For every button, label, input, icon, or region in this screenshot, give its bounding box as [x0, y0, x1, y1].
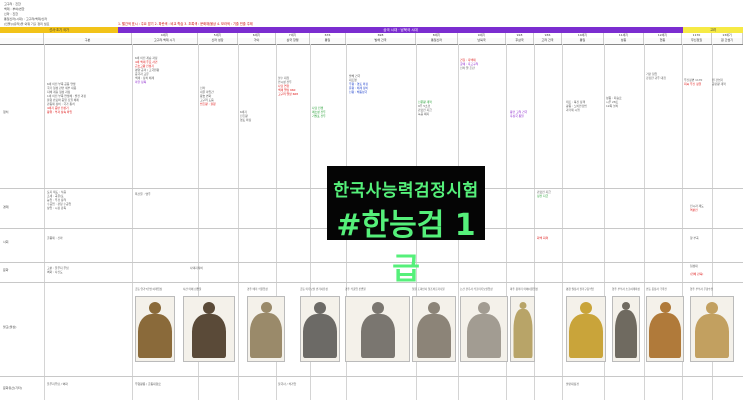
buddha-statue-photo — [690, 296, 734, 362]
header-cell: 발해 건국 — [346, 38, 416, 44]
politics-cell-11: 태조 : 북진 정책 광종 : 노비안검법 과거제 시행 — [566, 100, 587, 112]
row-label-economy: 경제 — [3, 205, 9, 209]
economy-cell-1: 토지 제도 : 식읍 조세 : 곡물/포 농업 : 우경 장려 수공업 : 관청 수… — [47, 190, 72, 210]
economy-cell-3: 관료전 지급 정전 지급 — [537, 190, 551, 198]
header-cell: 삼국 항쟁 — [276, 38, 310, 44]
society-cell-1: 골품제 : 신라 — [47, 236, 63, 240]
buddha-statue-photo — [646, 296, 684, 362]
politics-cell-7: 발해 건국 대조영 무왕 : 영토 확장 문왕 : 체제 정비 선왕 : 해동성국 — [349, 74, 369, 94]
buddha-statue-photo — [300, 296, 340, 362]
row-label-buddhism: 불교(불상) — [3, 325, 17, 329]
buddha-statue-photo — [247, 296, 285, 362]
badge-title: 한국사능력검정시험 — [333, 181, 479, 201]
statue-caption: 영주 부석사 소조여래좌상 — [612, 288, 640, 291]
politics-cell-13: 거란 침입 강감찬 귀주 대첩 — [646, 72, 666, 80]
economy-cell-4: 전시과 제도 역분전 — [690, 204, 704, 212]
statue-caption: 영주 부석사 무량수전 — [690, 288, 714, 291]
row-divider — [0, 376, 743, 377]
header-cell: 남북국 — [458, 38, 506, 44]
politics-cell-4: 6세기 진흥왕 영토 확장 — [240, 110, 252, 122]
statue-silhouette — [250, 302, 282, 358]
politics-cell-3: 신라 내물 마립간 왕호 변화 고구려 도움 법흥왕 : 율령 — [200, 86, 216, 106]
statue-caption: 금동 연가7년명 여래입상 — [135, 288, 163, 291]
header-cell: 통일신라 — [416, 38, 458, 44]
header-cell: 현종 — [644, 38, 682, 44]
header-cell: 고구려·백제 시기 — [132, 38, 198, 44]
badge-hashtag: #한능검 1급 — [336, 208, 476, 287]
statue-caption: 경주 석굴암 본존불 — [345, 288, 366, 291]
row-label-politics: 정치 — [3, 110, 9, 114]
buddha-statue-photo — [412, 296, 456, 362]
statue-caption: 파주 용미리 마애이불입상 — [510, 288, 538, 291]
header-cell: 후삼국 — [506, 38, 534, 44]
column-divider — [644, 44, 645, 400]
statue-silhouette — [649, 302, 681, 358]
header-row: 구분 고구려·백제 시기 신라 성장 가야 삼국 항쟁 통일 발해 건국 통일신라 남북국 후삼국… — [0, 38, 743, 45]
statue-silhouette — [695, 302, 729, 358]
arts-cell-2: 무령왕릉 / 금동대향로 — [135, 382, 161, 386]
statue-silhouette — [513, 302, 532, 358]
culture-cell-2: 사택지적비 — [190, 266, 203, 270]
statue-caption: 안동 봉정사 극락전 — [646, 288, 667, 291]
politics-cell-1: 6세 이전 부족 공동 연맹 국가 형성 관련 세부 내용 지배 계층 형성 과정 … — [47, 82, 86, 114]
row-label-arts: 문화유산(기타) — [3, 386, 22, 390]
society-cell-2: 화백 회의 — [537, 236, 549, 240]
statue-silhouette — [467, 302, 501, 358]
column-divider — [238, 44, 239, 400]
buddha-statue-photo — [345, 296, 410, 362]
culture-cell-4: (천체 관측) — [690, 272, 704, 276]
buddha-statue-photo — [510, 296, 535, 362]
arts-cell-1: 돌무지무덤 / 벽화 — [47, 382, 68, 386]
politics-cell-14: 무신정변 1170 최씨 무신 정권 — [684, 78, 703, 86]
culture-cell-1: 고분 : 돌무지 무덤 벽화 : 사신도 — [47, 266, 69, 274]
politics-cell-9: 견훤 : 후백제 궁예 : 후고구려 신라 말 혼란 — [460, 58, 479, 70]
politics-cell-15: 원 간섭기 공민왕 개혁 — [712, 78, 726, 86]
statue-caption: 금동 미륵보살 반가사유상 — [300, 288, 328, 291]
politics-cell-12: 성종 : 최승로 시무 28조 12목 설치 — [606, 96, 622, 108]
header-cell: 가야 — [238, 38, 276, 44]
header-cell: 통일 — [562, 38, 604, 44]
statue-silhouette — [417, 302, 451, 358]
buddha-statue-photo — [183, 296, 235, 362]
statue-caption: 서산 마애 삼존불 — [183, 288, 202, 291]
statue-caption: 경주 배리 석불입상 — [247, 288, 268, 291]
culture-cell-3: 첨성대 — [690, 264, 698, 268]
color-legend: 1. 빨간색 표시 : 주요 암기 2. 파란색 : 비교 학습 3. 초록색 … — [118, 22, 253, 26]
row-label-culture: 문화 — [3, 268, 9, 272]
header-cell: 신라 성장 — [198, 38, 238, 44]
society-cell-3: 향·부곡 — [690, 236, 699, 240]
economy-cell-2: 특산물 : 명주 — [135, 192, 151, 196]
statue-silhouette — [303, 302, 337, 358]
statue-caption: 평창 월정사 팔각구층석탑 — [566, 288, 594, 291]
header-cell — [0, 38, 44, 44]
header-cell: 원 간섭기 — [712, 38, 743, 44]
header-cell: 구분 — [44, 38, 132, 44]
buddha-statue-photo — [566, 296, 606, 362]
header-cell: 통일 — [310, 38, 346, 44]
exam-title-badge: 한국사능력검정시험 #한능검 1급 — [327, 166, 485, 287]
statue-silhouette — [615, 302, 637, 358]
statue-silhouette — [138, 302, 172, 358]
header-cell: 무신정권 — [682, 38, 712, 44]
column-divider — [44, 44, 45, 400]
buddha-statue-photo — [460, 296, 508, 362]
column-divider — [132, 44, 133, 400]
statue-silhouette — [360, 302, 395, 358]
statue-silhouette — [569, 302, 603, 358]
statue-caption: 철원 도피안사 철조비로자나불 — [412, 288, 445, 291]
arts-cell-4: 팔만대장경 — [566, 382, 579, 386]
header-cell: 고려 건국 — [534, 38, 562, 44]
buddha-statue-photo — [135, 296, 175, 362]
politics-cell-10: 왕건 고려 건국 후삼국 통일 — [510, 110, 528, 118]
column-divider — [562, 44, 563, 400]
row-label-society: 사회 — [3, 240, 9, 244]
arts-cell-3: 불국사 / 석가탑 — [278, 382, 297, 386]
header-cell: 성종 — [604, 38, 644, 44]
politics-cell-8: 신문왕 개혁 9주 5소경 관료전 지급 녹읍 폐지 — [418, 100, 432, 116]
buddha-statue-photo — [612, 296, 640, 362]
statue-silhouette — [192, 302, 226, 358]
politics-cell-5: 살수 대첩 안시성 전투 나당 연합 백제 멸망 660 고구려 멸망 668 — [278, 76, 298, 96]
politics-cell-2: 6세 이전 계승 과정 4세 백제 주요 사건 근초고왕 전성기 평양 공격 / 고… — [135, 56, 160, 84]
politics-cell-6: 나당 전쟁 매소성 전투 기벌포 전투 — [312, 106, 326, 118]
